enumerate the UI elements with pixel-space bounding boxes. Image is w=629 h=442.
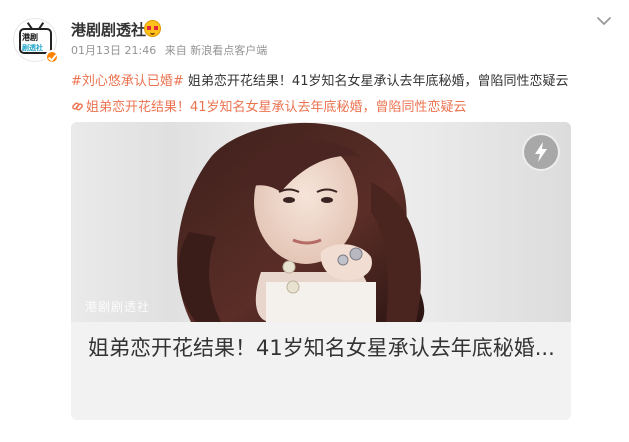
lightning-glyph: [535, 142, 547, 162]
portrait-image: [177, 122, 425, 322]
article-photo: 港剧剧透社: [71, 122, 571, 322]
hashtag-link[interactable]: #刘心悠承认已婚#: [71, 74, 184, 89]
link-text: 姐弟恋开花结果！41岁知名女星承认去年底秘婚，曾陷同性恋疑云: [86, 100, 467, 115]
card-title: 姐弟恋开花结果！41岁知名女星承认去年底秘婚...: [88, 336, 555, 360]
photo-watermark: 港剧剧透社: [85, 300, 151, 314]
post-text: #刘心悠承认已婚# 姐弟恋开花结果！41岁知名女星承认去年底秘婚，曾陷同性恋疑云: [71, 70, 568, 89]
post-body: 姐弟恋开花结果！41岁知名女星承认去年底秘婚，曾陷同性恋疑云: [183, 74, 569, 89]
post-date[interactable]: 01月13日 21:46: [71, 44, 156, 57]
post-source: 来自 新浪看点客户端: [164, 44, 268, 57]
link-icon: [72, 102, 83, 111]
lightning-icon[interactable]: [522, 133, 560, 171]
avatar-text-bottom: 剧透社: [22, 44, 43, 52]
heart-eyes-emoji-icon: [144, 20, 161, 37]
chevron-down-icon[interactable]: [595, 14, 613, 28]
article-link[interactable]: 姐弟恋开花结果！41岁知名女星承认去年底秘婚，曾陷同性恋疑云: [71, 96, 467, 115]
article-card[interactable]: 港剧剧透社 姐弟恋开花结果！41岁知名女星承认去年底秘婚...: [71, 122, 571, 420]
author-name[interactable]: 港剧剧透社: [71, 19, 146, 40]
verified-badge-icon: [45, 50, 59, 64]
avatar-text-top: 港剧: [22, 33, 38, 42]
post-meta: 01月13日 21:46 来自 新浪看点客户端: [71, 42, 272, 58]
